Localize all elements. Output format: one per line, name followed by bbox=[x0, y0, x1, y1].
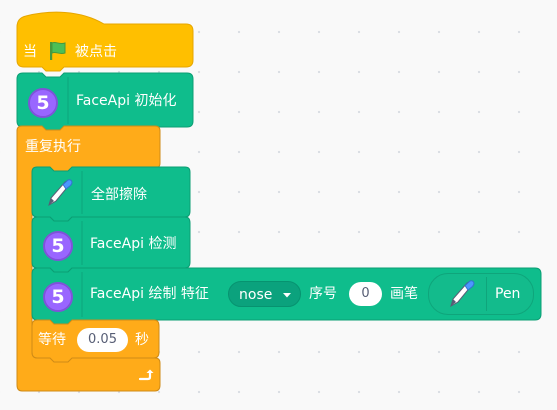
pen-reporter-slot[interactable]: Pen bbox=[428, 273, 534, 315]
pen-icon bbox=[443, 277, 477, 311]
seconds-label: 秒 bbox=[135, 332, 149, 348]
index-input[interactable]: 0 bbox=[349, 282, 382, 306]
pen-label: 画笔 bbox=[390, 286, 418, 302]
wait-seconds-input[interactable]: 0.05 bbox=[77, 328, 128, 352]
feature-dropdown[interactable]: nose bbox=[228, 281, 301, 307]
feature-value: nose bbox=[239, 287, 273, 303]
wait-block-shape bbox=[31, 319, 160, 363]
index-label: 序号 bbox=[309, 286, 337, 302]
dropdown-arrow-icon bbox=[281, 282, 293, 308]
pen-value: Pen bbox=[495, 286, 521, 302]
wait-label: 等待 bbox=[38, 332, 66, 348]
pen-slot-divider bbox=[486, 277, 487, 311]
